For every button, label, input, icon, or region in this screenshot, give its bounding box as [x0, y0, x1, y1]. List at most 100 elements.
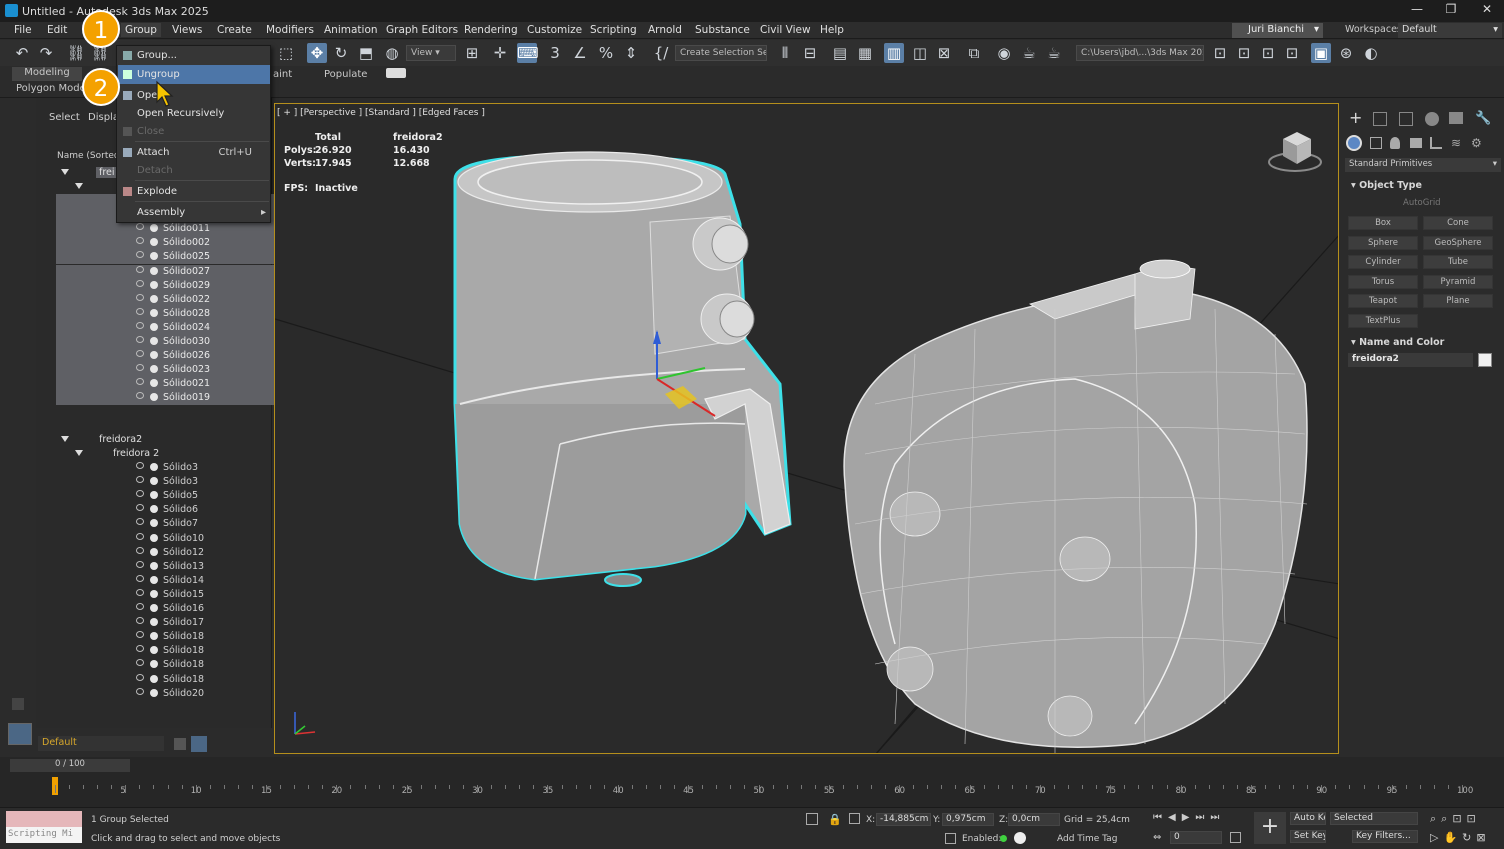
- maxscript-mini-input[interactable]: Scripting Mi: [6, 827, 82, 843]
- display-tab-icon[interactable]: [1449, 112, 1463, 124]
- renderable-dot-icon[interactable]: [150, 351, 158, 360]
- visibility-eye-icon[interactable]: [136, 631, 144, 639]
- scene-object-row[interactable]: Sólido026: [56, 349, 284, 364]
- ribbon-toggle-icon[interactable]: [386, 68, 406, 78]
- visibility-eye-icon[interactable]: [136, 251, 144, 259]
- spacewarps-icon[interactable]: ≋: [1451, 136, 1461, 150]
- menu-group[interactable]: Group: [121, 23, 161, 37]
- scene-object-row[interactable]: Sólido5: [56, 489, 284, 503]
- y-coordinate-field[interactable]: 0,975cm: [942, 813, 994, 826]
- render-icon[interactable]: ☕: [1019, 43, 1039, 63]
- renderable-dot-icon[interactable]: [150, 393, 158, 402]
- renderable-dot-icon[interactable]: [150, 674, 158, 683]
- select-region-icon[interactable]: ⬚: [276, 43, 296, 63]
- open-project-icon[interactable]: ⊡: [1234, 43, 1254, 63]
- set-key-icon[interactable]: +: [1254, 812, 1286, 844]
- visibility-eye-icon[interactable]: [136, 462, 144, 469]
- adaptive-degradation-icon[interactable]: [945, 833, 956, 844]
- maximize-button[interactable]: ❐: [1436, 2, 1466, 20]
- scene-object-row[interactable]: Sólido13: [56, 560, 284, 574]
- renderable-dot-icon[interactable]: [150, 238, 158, 247]
- menu-animation[interactable]: Animation: [320, 23, 382, 37]
- scene-object-row[interactable]: Sólido12: [56, 546, 284, 560]
- render-setup-icon[interactable]: ⧉: [964, 43, 984, 63]
- renderable-dot-icon[interactable]: [150, 365, 158, 374]
- renderable-dot-icon[interactable]: [150, 688, 158, 697]
- z-coordinate-field[interactable]: 0,0cm: [1008, 813, 1060, 826]
- select-move-icon[interactable]: ✥: [307, 43, 327, 63]
- key-filters-button[interactable]: Key Filters...: [1352, 830, 1418, 843]
- renderable-dot-icon[interactable]: [150, 505, 158, 514]
- visibility-eye-icon[interactable]: [136, 687, 144, 695]
- reference-coord-dropdown[interactable]: View ▾: [406, 45, 456, 61]
- visibility-eye-icon[interactable]: [136, 350, 144, 358]
- visibility-eye-icon[interactable]: [136, 307, 144, 315]
- renderable-dot-icon[interactable]: [150, 604, 158, 612]
- menu-arnold[interactable]: Arnold: [644, 23, 686, 37]
- menu-civil-view[interactable]: Civil View: [756, 23, 815, 37]
- expand-icon[interactable]: [75, 183, 83, 189]
- visibility-eye-icon[interactable]: [136, 237, 144, 245]
- snaps-toggle-icon[interactable]: 3: [545, 43, 565, 63]
- rollout-header-object-type[interactable]: ▾ Object Type: [1351, 180, 1422, 191]
- ribbon-tab-populate[interactable]: Populate: [324, 69, 367, 80]
- menu-item-group[interactable]: Group...: [118, 46, 270, 65]
- primitive-button-plane[interactable]: Plane: [1423, 294, 1493, 308]
- scene-object-row[interactable]: Sólido10: [56, 532, 284, 546]
- primitive-button-tube[interactable]: Tube: [1423, 255, 1493, 269]
- lock-icon[interactable]: 🔒: [828, 813, 842, 826]
- absolute-mode-icon[interactable]: [849, 813, 860, 824]
- renderable-dot-icon[interactable]: [150, 477, 158, 486]
- visibility-eye-icon[interactable]: [136, 223, 144, 231]
- category-dropdown[interactable]: Standard Primitives ▾: [1345, 158, 1501, 172]
- scene-object-row[interactable]: Sólido030: [56, 335, 284, 349]
- hierarchy-tab-icon[interactable]: [1399, 112, 1413, 126]
- undo-icon[interactable]: ↶: [12, 43, 32, 63]
- visibility-eye-icon[interactable]: [136, 546, 144, 554]
- add-time-tag[interactable]: Add Time Tag: [1057, 834, 1117, 844]
- renderable-dot-icon[interactable]: [150, 646, 158, 655]
- scene-explorer-toggle-icon[interactable]: [8, 723, 32, 745]
- expand-icon[interactable]: [61, 169, 69, 175]
- group-row-freidora2[interactable]: freidora2: [36, 433, 296, 447]
- scene-object-row[interactable]: Sólido002: [56, 236, 284, 251]
- primitive-button-cylinder[interactable]: Cylinder: [1348, 255, 1418, 269]
- motion-tab-icon[interactable]: [1425, 112, 1439, 126]
- menu-substance[interactable]: Substance: [691, 23, 754, 37]
- renderable-dot-icon[interactable]: [150, 618, 158, 627]
- select-scale-icon[interactable]: ⬒: [356, 43, 376, 63]
- time-config-icon[interactable]: [1230, 832, 1241, 843]
- renderable-dot-icon[interactable]: [150, 266, 158, 275]
- curve-editor-icon[interactable]: ▥: [884, 43, 904, 63]
- visibility-eye-icon[interactable]: [136, 532, 144, 540]
- scene-object-row[interactable]: Sólido029: [56, 278, 284, 293]
- select-rotate-icon[interactable]: ↻: [331, 43, 351, 63]
- scene-object-row[interactable]: Sólido027: [56, 264, 284, 279]
- scene-object-row[interactable]: Sólido14: [56, 574, 284, 588]
- renderable-dot-icon[interactable]: [150, 224, 158, 233]
- visibility-eye-icon[interactable]: [136, 476, 144, 484]
- renderable-dot-icon[interactable]: [150, 491, 158, 500]
- edit-named-selection-icon[interactable]: {/: [651, 43, 671, 63]
- visibility-eye-icon[interactable]: [136, 279, 144, 287]
- autogrid-checkbox[interactable]: AutoGrid: [1403, 198, 1441, 208]
- keyboard-shortcut-icon[interactable]: ⌨: [517, 43, 539, 63]
- scene-object-row[interactable]: Sólido023: [56, 363, 284, 378]
- scene-object-row[interactable]: Sólido18: [56, 644, 284, 658]
- scene-object-row[interactable]: Sólido7: [56, 517, 284, 531]
- air-fryer-model[interactable]: [453, 151, 792, 587]
- menu-help[interactable]: Help: [816, 23, 848, 37]
- scene-object-row[interactable]: Sólido021: [56, 377, 284, 392]
- mirror-icon[interactable]: ⫴: [775, 43, 795, 63]
- renderable-dot-icon[interactable]: [150, 660, 158, 669]
- menu-edit[interactable]: Edit: [43, 23, 71, 37]
- layer-dropdown[interactable]: Default: [38, 736, 164, 751]
- viewcube[interactable]: [1268, 132, 1322, 172]
- visibility-eye-icon[interactable]: [136, 321, 144, 329]
- time-slider[interactable]: 0 / 100: [10, 759, 130, 772]
- minimize-button[interactable]: —: [1402, 2, 1432, 20]
- layers-stack-icon[interactable]: [174, 738, 186, 750]
- menu-views[interactable]: Views: [168, 23, 206, 37]
- scene-object-row[interactable]: Sólido20: [56, 687, 284, 701]
- ribbon-toggle-icon[interactable]: ▦: [855, 43, 875, 63]
